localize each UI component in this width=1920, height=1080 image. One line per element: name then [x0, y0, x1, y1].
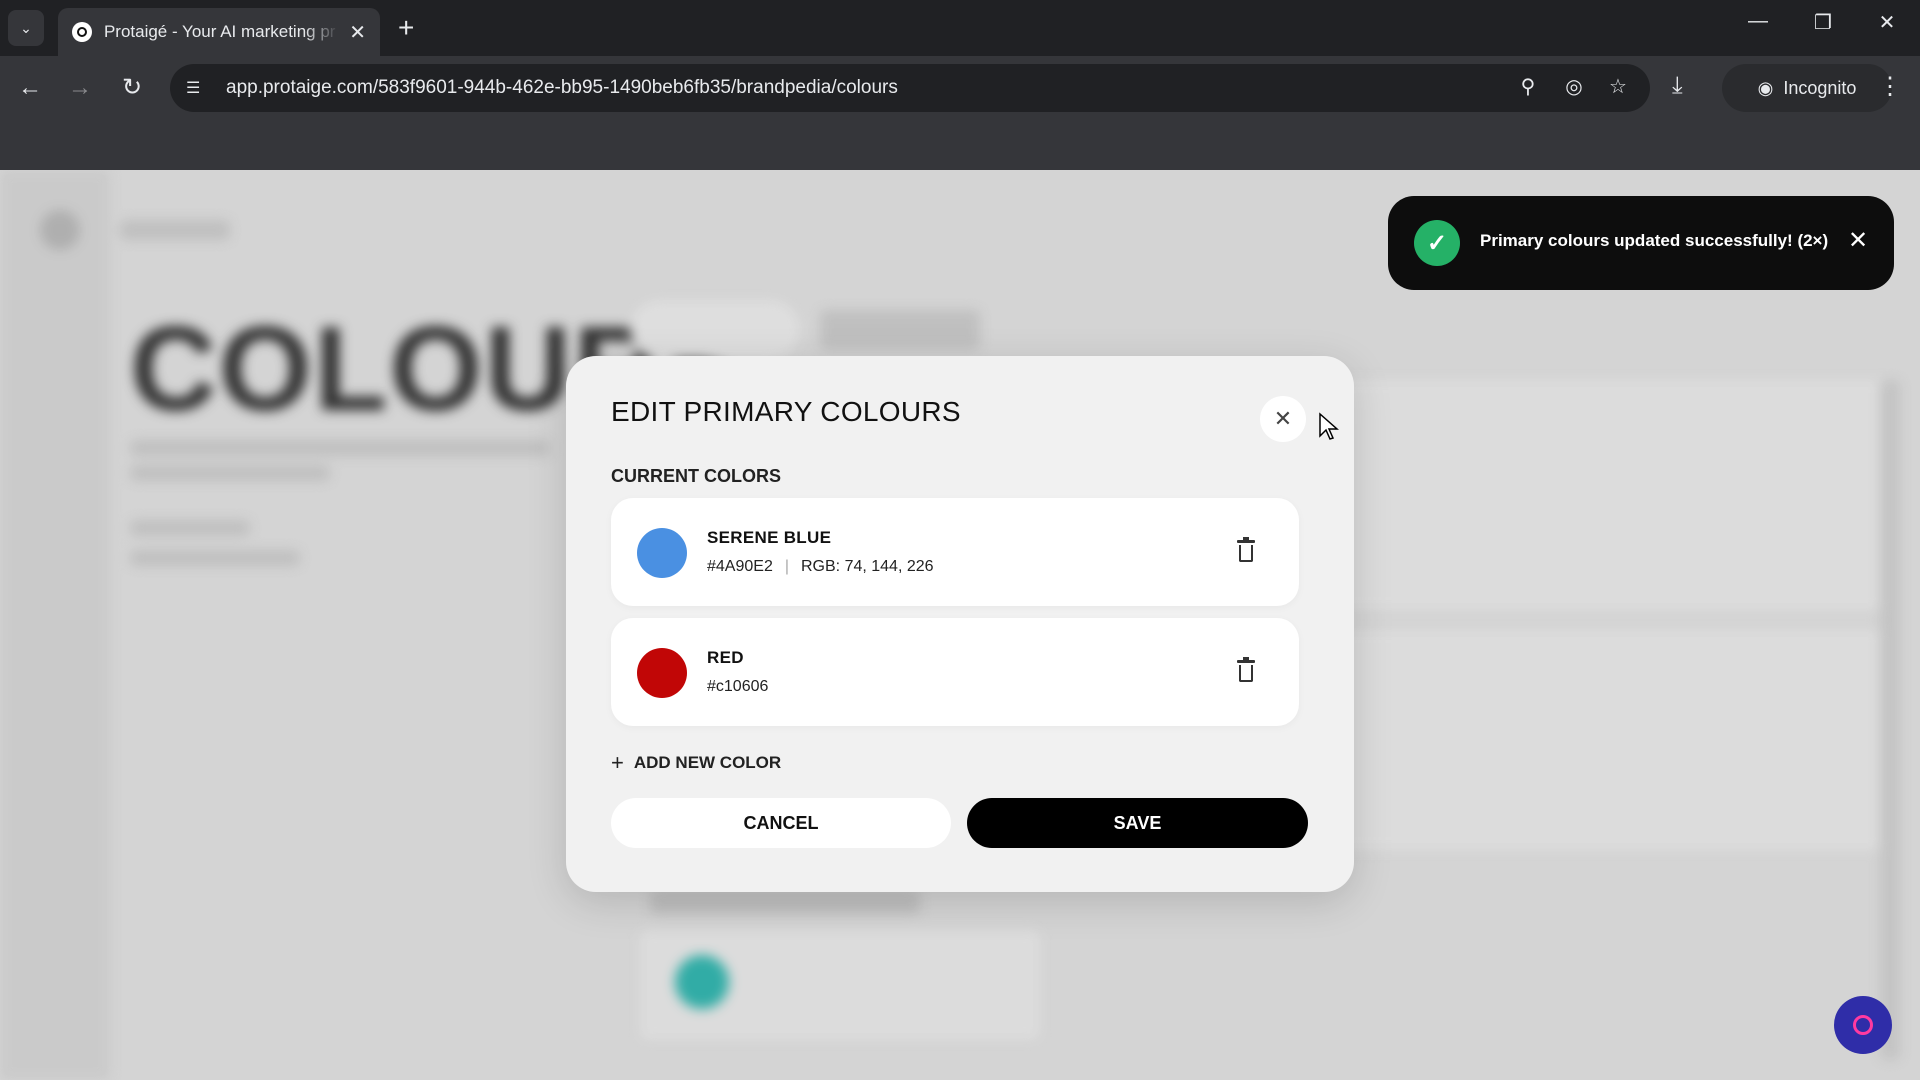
eye-off-icon[interactable]: ◎	[1558, 74, 1590, 99]
current-colors-label: CURRENT COLORS	[611, 466, 781, 486]
forward-arrow-icon[interactable]: →	[64, 72, 96, 104]
window-close-icon[interactable]: ✕	[1867, 10, 1907, 35]
color-name: SERENE BLUE	[707, 528, 832, 547]
color-meta: #c10606	[707, 678, 768, 696]
color-name: RED	[707, 648, 744, 667]
protaige-logo-icon	[72, 22, 92, 42]
color-hex: #4A90E2	[707, 558, 773, 575]
color-meta: #4A90E2 | RGB: 74, 144, 226	[707, 558, 934, 576]
color-hex: #c10606	[707, 678, 769, 695]
color-card-serene-blue: SERENE BLUE #4A90E2 | RGB: 74, 144, 226	[611, 498, 1299, 606]
url-text[interactable]: app.protaige.com/583f9601-944b-462e-bb95…	[226, 77, 898, 99]
delete-trash-icon[interactable]	[1237, 537, 1255, 562]
save-button[interactable]: SAVE	[967, 798, 1308, 848]
edit-primary-colours-modal: EDIT PRIMARY COLOURS ✕ CURRENT COLORS SE…	[566, 356, 1354, 892]
browser-bookmark-area	[0, 120, 1920, 170]
color-card-red: RED #c10606	[611, 618, 1299, 726]
modal-close-icon[interactable]: ✕	[1260, 396, 1306, 442]
delete-trash-icon[interactable]	[1237, 657, 1255, 682]
modal-title: EDIT PRIMARY COLOURS	[611, 396, 961, 427]
protaige-logo-icon	[1853, 1015, 1873, 1035]
color-rgb: RGB: 74, 144, 226	[801, 558, 934, 575]
incognito-badge[interactable]: ◉ Incognito	[1722, 64, 1892, 112]
address-bar[interactable]: ☰ app.protaige.com/583f9601-944b-462e-bb…	[170, 64, 1650, 112]
meta-separator: |	[784, 558, 789, 575]
tab-title: Protaigé - Your AI marketing pr	[103, 22, 336, 41]
success-toast: ✓ Primary colours updated successfully! …	[1388, 196, 1894, 290]
check-icon: ✓	[1414, 220, 1460, 266]
new-tab-plus-icon[interactable]: +	[398, 12, 414, 44]
zoom-magnifier-icon[interactable]: ⚲	[1512, 74, 1544, 99]
kebab-menu-icon[interactable]: ⋮	[1878, 72, 1902, 101]
add-color-label: ADD NEW COLOR	[633, 753, 782, 772]
incognito-label: Incognito	[1783, 77, 1857, 98]
plus-icon: +	[611, 750, 624, 775]
toast-message: Primary colours updated successfully! (2…	[1480, 231, 1829, 250]
cancel-button[interactable]: CANCEL	[611, 798, 951, 848]
reload-icon[interactable]: ↻	[116, 72, 148, 104]
bookmark-star-icon[interactable]: ☆	[1602, 74, 1634, 99]
site-info-tune-icon[interactable]: ☰	[186, 78, 216, 98]
tab-list-chevron-down-icon[interactable]: ⌄	[8, 10, 44, 46]
color-swatch[interactable]	[637, 528, 687, 578]
minimize-icon[interactable]: —	[1738, 10, 1778, 33]
browser-tab-protaige[interactable]: Protaigé - Your AI marketing pr ✕	[58, 8, 380, 56]
toast-close-icon[interactable]: ✕	[1848, 226, 1868, 255]
color-swatch[interactable]	[637, 648, 687, 698]
back-arrow-icon[interactable]: ←	[14, 72, 46, 104]
download-icon[interactable]: ⤓	[1672, 72, 1683, 100]
add-new-color-button[interactable]: + ADD NEW COLOR	[611, 750, 781, 776]
browser-toolbar: ← → ↻ ☰ app.protaige.com/583f9601-944b-4…	[0, 56, 1920, 120]
incognito-icon: ◉	[1757, 77, 1774, 98]
help-chat-button[interactable]	[1834, 996, 1892, 1054]
restore-icon[interactable]: ❐	[1803, 10, 1843, 35]
browser-tabbar: ⌄ Protaigé - Your AI marketing pr ✕ + — …	[0, 0, 1920, 56]
tab-close-icon[interactable]: ✕	[349, 20, 366, 45]
